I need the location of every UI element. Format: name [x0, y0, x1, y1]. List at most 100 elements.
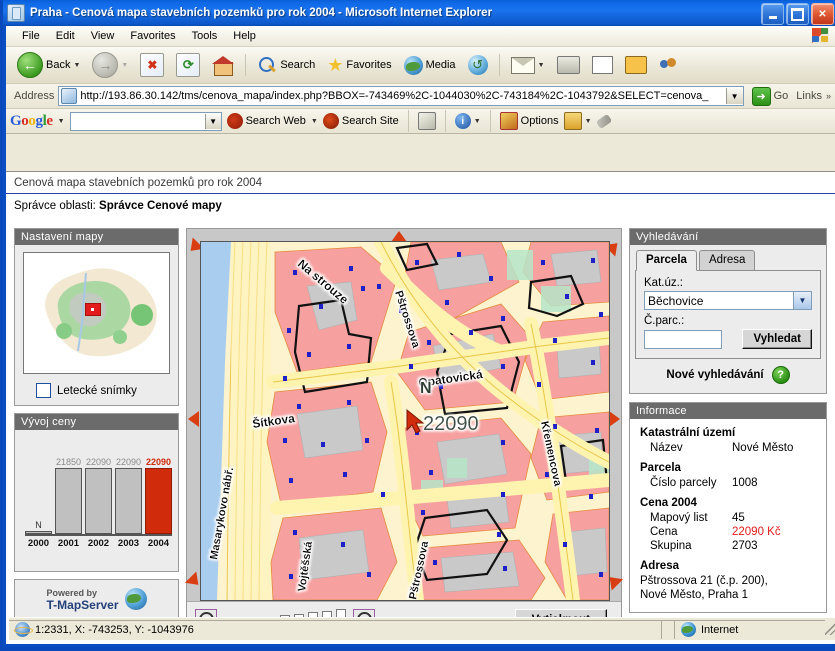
- info-value: Nové Město: [732, 442, 794, 454]
- google-search-web-button[interactable]: Search Web: [226, 113, 306, 129]
- google-options-button[interactable]: Options: [499, 112, 559, 130]
- info-row: Skupina 2703: [640, 539, 816, 553]
- info-row: Mapový list 45: [640, 511, 816, 525]
- refresh-button[interactable]: ⟳: [171, 50, 205, 80]
- menu-item-view[interactable]: View: [83, 28, 123, 44]
- chart-bar-value-2004: 22090: [145, 457, 172, 467]
- go-button[interactable]: ➜ Go: [748, 86, 793, 106]
- menu-item-file[interactable]: File: [14, 28, 48, 44]
- star-icon: ★: [327, 55, 344, 75]
- aerial-photos-checkbox[interactable]: [36, 383, 51, 398]
- home-button[interactable]: [207, 52, 239, 78]
- info-key: Skupina: [650, 540, 692, 552]
- search-icon: [257, 55, 277, 75]
- close-button[interactable]: ✕: [811, 3, 834, 25]
- status-coordinates: 1:2331, X: -743253, Y: -1043976: [35, 623, 194, 636]
- status-zone-text: Internet: [701, 623, 739, 636]
- map-viewport[interactable]: Na strouze Pštrossova Opatovická Šítkova…: [200, 241, 610, 601]
- map-price-label: 22090: [423, 413, 479, 435]
- maximize-button[interactable]: [786, 3, 809, 25]
- printer-icon: [556, 56, 580, 74]
- highlight-icon[interactable]: [595, 113, 612, 129]
- ie-status-icon: [14, 622, 33, 637]
- app-layout: Nastavení mapy Letecké snímky Vývoj ceny…: [14, 228, 827, 638]
- chart-category-2001: 2001: [57, 538, 80, 549]
- menu-item-tools[interactable]: Tools: [184, 28, 226, 44]
- search-submit-button[interactable]: Vyhledat: [742, 329, 812, 349]
- tab-adresa[interactable]: Adresa: [698, 250, 756, 271]
- nav-arrow-west[interactable]: [188, 411, 199, 427]
- chart-category-2002: 2002: [87, 538, 110, 549]
- minimize-button[interactable]: [761, 3, 784, 25]
- help-icon[interactable]: ?: [771, 366, 790, 384]
- parcel-number-input[interactable]: [644, 330, 722, 349]
- info-dropdown-icon[interactable]: ▼: [474, 118, 481, 125]
- links-chevron-icon[interactable]: »: [826, 91, 831, 101]
- overview-minimap[interactable]: [23, 252, 170, 374]
- edit-button[interactable]: [587, 53, 618, 77]
- google-menu-icon[interactable]: ▼: [58, 118, 65, 125]
- nav-arrow-east[interactable]: [609, 411, 620, 427]
- chart-bar-2001: 21850: [55, 454, 82, 534]
- back-button[interactable]: ← Back ▼: [12, 49, 85, 81]
- menu-item-edit[interactable]: Edit: [48, 28, 83, 44]
- print-button[interactable]: [552, 53, 585, 77]
- resize-grip[interactable]: [824, 623, 835, 635]
- info-key: Číslo parcely: [650, 477, 717, 489]
- google-search-site-button[interactable]: Search Site: [322, 113, 399, 129]
- google-search-dropdown-icon[interactable]: ▼: [204, 113, 221, 129]
- katuz-select[interactable]: Běchovice ▼: [644, 291, 812, 310]
- news-icon[interactable]: [417, 112, 436, 130]
- forward-button[interactable]: → ▼: [87, 49, 133, 81]
- search-tabs: Parcela Adresa: [630, 245, 826, 271]
- chart-bar-2004: 22090: [145, 454, 172, 534]
- autofill-dropdown-icon[interactable]: ▼: [585, 118, 592, 125]
- info-panel: Informace Katastrální území Název Nové Měs…: [629, 402, 827, 613]
- links-menu[interactable]: Links: [796, 90, 822, 102]
- info-value: 22090 Kč: [732, 526, 781, 538]
- tab-parcela[interactable]: Parcela: [636, 250, 697, 271]
- search-button[interactable]: Search: [252, 52, 320, 78]
- status-message-cell: 1:2331, X: -743253, Y: -1043976: [9, 619, 661, 639]
- new-search-row[interactable]: Nové vyhledávání ?: [630, 366, 826, 384]
- go-arrow-icon: ➜: [751, 86, 771, 106]
- chart-bar-value-2003: 22090: [115, 457, 142, 467]
- map-settings-title: Nastavení mapy: [15, 229, 178, 245]
- new-search-link[interactable]: Nové vyhledávání: [666, 369, 763, 381]
- chart-bar-2003: 22090: [115, 454, 142, 534]
- search-web-dropdown-icon[interactable]: ▼: [311, 118, 318, 125]
- menu-item-help[interactable]: Help: [225, 28, 264, 44]
- stop-button[interactable]: ✖: [135, 50, 169, 80]
- price-chart-panel: Vývoj ceny N 21850 22090 22090 22090 2000 200…: [14, 413, 179, 572]
- browser-client: File Edit View Favorites Tools Help ← Ba…: [6, 26, 835, 644]
- history-button[interactable]: ↺: [463, 52, 493, 78]
- google-search-input[interactable]: ▼: [69, 111, 222, 131]
- window-title: Praha - Cenová mapa stavebních pozemků p…: [30, 7, 493, 19]
- browser-window: Praha - Cenová mapa stavebních pozemků p…: [0, 0, 835, 651]
- forward-dropdown-icon[interactable]: ▼: [121, 62, 128, 69]
- map-north-label: N: [420, 380, 432, 397]
- google-autofill-button[interactable]: ▼: [563, 112, 592, 130]
- info-heading-address: Adresa: [640, 560, 679, 572]
- search-web-icon: [226, 113, 243, 129]
- mail-dropdown-icon[interactable]: ▼: [538, 62, 545, 69]
- mail-button[interactable]: ▼: [506, 54, 550, 77]
- media-button[interactable]: Media: [399, 53, 461, 78]
- chevron-down-icon[interactable]: ▼: [793, 292, 811, 309]
- aerial-photos-row[interactable]: Letecké snímky: [22, 383, 171, 398]
- window-controls: ✕: [761, 3, 834, 25]
- info-icon: i: [454, 113, 471, 129]
- menu-item-favorites[interactable]: Favorites: [122, 28, 183, 44]
- google-info-button[interactable]: i ▼: [454, 113, 481, 129]
- messenger-button[interactable]: [620, 53, 652, 77]
- info-key: Cena: [650, 526, 678, 538]
- google-logo: Google: [10, 112, 53, 129]
- address-input[interactable]: http://193.86.30.142/tms/cenova_mapa/ind…: [58, 86, 744, 106]
- favorites-button[interactable]: ★ Favorites: [322, 54, 396, 76]
- aerial-photos-label: Letecké snímky: [57, 384, 137, 397]
- back-dropdown-icon[interactable]: ▼: [73, 62, 80, 69]
- chart-bar-value-2000: N: [35, 520, 42, 530]
- address-dropdown-icon[interactable]: ▼: [725, 88, 743, 104]
- search-site-icon: [322, 113, 339, 129]
- discuss-button[interactable]: [654, 54, 684, 76]
